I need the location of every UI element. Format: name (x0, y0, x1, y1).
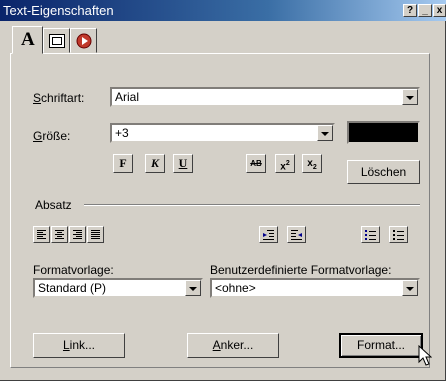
mouse-cursor-icon (418, 345, 432, 366)
window-title: Text-Eigenschaften (3, 3, 114, 18)
title-bar[interactable]: Text-Eigenschaften ? _ x (0, 0, 446, 21)
color-swatch-button[interactable] (347, 121, 420, 144)
outdent-icon (263, 230, 274, 240)
numbered-list-button[interactable] (361, 226, 380, 243)
font-label: Schriftart: (33, 91, 85, 105)
chevron-down-icon[interactable] (402, 89, 418, 105)
numbered-list-icon (365, 230, 376, 240)
bold-button[interactable]: F (113, 154, 133, 173)
strikethrough-button[interactable]: AB (246, 154, 266, 173)
paragraph-heading: Absatz (35, 198, 72, 212)
align-left-button[interactable] (33, 226, 50, 243)
align-right-icon (73, 230, 82, 239)
size-label: Größe: (33, 129, 71, 143)
align-center-icon (55, 230, 64, 239)
align-justify-button[interactable] (87, 226, 104, 243)
chevron-down-icon[interactable] (317, 125, 333, 141)
indent-icon (291, 230, 302, 240)
image-frame-icon (49, 34, 65, 48)
custom-template-select[interactable]: <ohne> (210, 278, 420, 298)
chevron-down-icon[interactable] (402, 280, 418, 296)
anchor-button[interactable]: Anker... (187, 333, 279, 358)
tab-record[interactable] (70, 28, 97, 53)
font-select[interactable]: Arial (110, 87, 420, 107)
chevron-down-icon[interactable] (185, 280, 201, 296)
format-button[interactable]: Format... (339, 333, 423, 358)
tab-text[interactable]: A (12, 26, 43, 54)
superscript-button[interactable]: x2 (275, 154, 295, 173)
format-template-select[interactable]: Standard (P) (33, 278, 203, 298)
bulleted-list-button[interactable] (389, 226, 408, 243)
record-icon (76, 33, 92, 49)
align-center-button[interactable] (51, 226, 68, 243)
format-template-label: Formatvorlage: (33, 263, 114, 277)
underline-button[interactable]: U (173, 154, 193, 173)
align-left-icon (37, 230, 46, 239)
link-button[interactable]: Link... (33, 333, 125, 358)
close-button[interactable]: x (433, 4, 446, 17)
size-select[interactable]: +3 (110, 123, 335, 143)
align-right-button[interactable] (69, 226, 86, 243)
text-properties-dialog: Text-Eigenschaften ? _ x A Schriftart: A… (0, 0, 446, 381)
indent-button[interactable] (287, 226, 306, 243)
subscript-button[interactable]: x2 (302, 154, 322, 173)
align-justify-icon (91, 230, 100, 239)
italic-button[interactable]: K (145, 154, 165, 173)
text-icon: A (21, 29, 35, 50)
minimize-button[interactable]: _ (418, 4, 432, 17)
paragraph-divider (84, 204, 420, 206)
outdent-button[interactable] (259, 226, 278, 243)
tab-frame[interactable] (43, 28, 70, 53)
help-button[interactable]: ? (403, 4, 417, 17)
custom-template-label: Benutzerdefinierte Formatvorlage: (210, 263, 392, 277)
bulleted-list-icon (393, 230, 404, 240)
clear-button[interactable]: Löschen (347, 160, 420, 184)
